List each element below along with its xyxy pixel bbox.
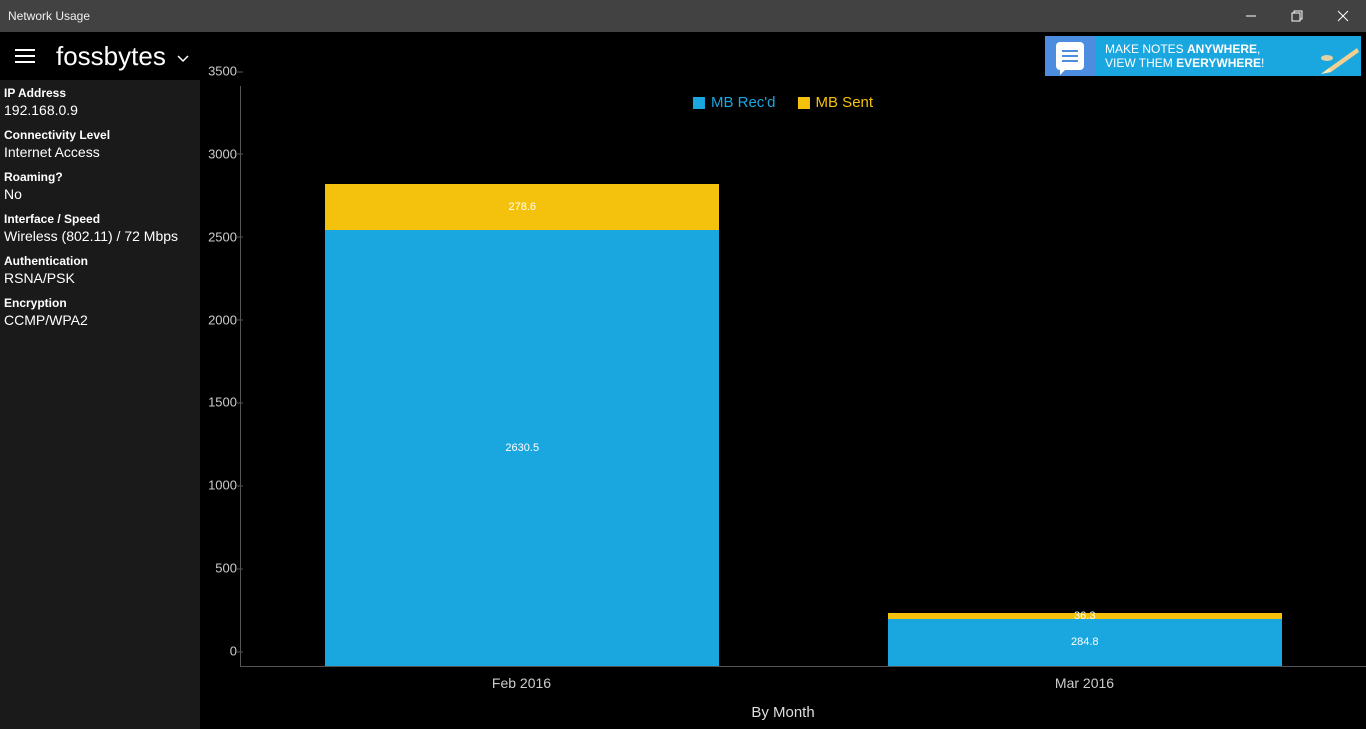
chart-y-tick: 2500 <box>201 229 237 244</box>
chart-bar-slot: 2630.5 278.6 <box>241 86 804 666</box>
chart-value-label: 278.6 <box>508 201 536 213</box>
info-roaming: Roaming? No <box>4 170 196 202</box>
chevron-down-icon <box>176 41 190 72</box>
info-label: Connectivity Level <box>4 128 196 142</box>
notes-icon <box>1045 36 1095 76</box>
info-connectivity-level: Connectivity Level Internet Access <box>4 128 196 160</box>
usage-chart: MB Rec'd MB Sent 2630.5278.6284.836.3 05… <box>200 80 1366 729</box>
chart-segment-recd: 2630.5 <box>325 230 719 666</box>
info-authentication: Authentication RSNA/PSK <box>4 254 196 286</box>
info-label: Authentication <box>4 254 196 268</box>
info-value: Internet Access <box>4 144 196 160</box>
chart-y-tick: 1000 <box>201 478 237 493</box>
chart-bars: 2630.5 278.6 284.836.3 <box>241 86 1366 666</box>
chart-bar-stack[interactable]: 2630.5 278.6 <box>325 184 719 666</box>
info-encryption: Encryption CCMP/WPA2 <box>4 296 196 328</box>
info-label: Roaming? <box>4 170 196 184</box>
chart-x-label: Feb 2016 <box>240 675 803 691</box>
chart-segment-recd: 284.8 <box>888 619 1282 666</box>
info-value: RSNA/PSK <box>4 270 196 286</box>
ad-banner[interactable]: MAKE NOTES ANYWHERE, VIEW THEM EVERYWHER… <box>1045 36 1361 76</box>
maximize-button[interactable] <box>1274 0 1320 32</box>
chart-y-tick: 500 <box>201 561 237 576</box>
info-ip-address: IP Address 192.168.0.9 <box>4 86 196 118</box>
info-label: Encryption <box>4 296 196 310</box>
chart-x-label: Mar 2016 <box>803 675 1366 691</box>
profile-selector[interactable]: fossbytes <box>56 41 190 72</box>
info-value: CCMP/WPA2 <box>4 312 196 328</box>
network-info-sidebar: IP Address 192.168.0.9 Connectivity Leve… <box>0 80 200 729</box>
close-button[interactable] <box>1320 0 1366 32</box>
chart-bar-stack[interactable]: 284.836.3 <box>888 613 1282 666</box>
chart-y-tick: 3000 <box>201 146 237 161</box>
pen-icon <box>1319 46 1359 76</box>
info-label: IP Address <box>4 86 196 100</box>
chart-plot-area: 2630.5278.6284.836.3 0500100015002000250… <box>240 86 1366 667</box>
window-title: Network Usage <box>8 9 90 23</box>
chart-value-label: 284.8 <box>1071 636 1099 648</box>
chart-x-labels: Feb 2016Mar 2016 <box>240 675 1366 691</box>
chart-y-tick: 3500 <box>201 64 237 79</box>
chart-bar-slot: 284.836.3 <box>804 86 1366 666</box>
info-value: No <box>4 186 196 202</box>
chart-y-tick: 1500 <box>201 395 237 410</box>
chart-segment-sent: 278.6 <box>325 184 719 230</box>
chart-value-label: 2630.5 <box>505 442 539 454</box>
app-body: IP Address 192.168.0.9 Connectivity Leve… <box>0 80 1366 729</box>
chart-x-title: By Month <box>200 704 1366 721</box>
info-value: Wireless (802.11) / 72 Mbps <box>4 228 196 244</box>
window-controls <box>1228 0 1366 32</box>
chart-y-tick: 2000 <box>201 312 237 327</box>
hamburger-menu-button[interactable] <box>10 41 40 71</box>
info-label: Interface / Speed <box>4 212 196 226</box>
chart-y-tick: 0 <box>201 644 237 659</box>
minimize-button[interactable] <box>1228 0 1274 32</box>
info-value: 192.168.0.9 <box>4 102 196 118</box>
titlebar: Network Usage <box>0 0 1366 32</box>
app-title-text: fossbytes <box>56 41 166 72</box>
info-interface-speed: Interface / Speed Wireless (802.11) / 72… <box>4 212 196 244</box>
